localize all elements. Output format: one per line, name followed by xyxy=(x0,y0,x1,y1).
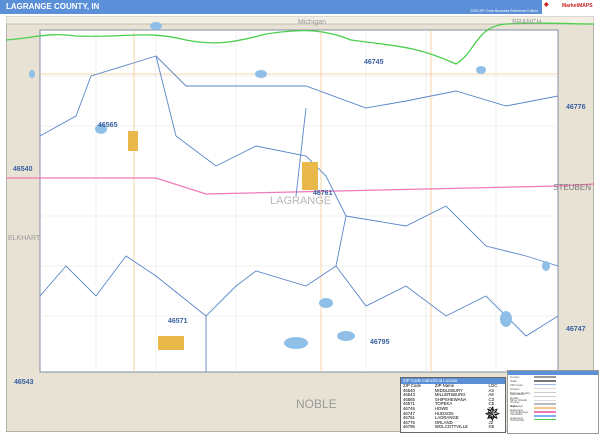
header-bar: LAGRANGE COUNTY, IN 2020 ZIP Code Busine… xyxy=(0,0,600,14)
zip-label: 46776 xyxy=(566,104,586,111)
legend-swatch xyxy=(534,415,556,417)
legend-swatch xyxy=(534,387,556,390)
map-legend: County State ZIP Code Streets Primary Roads S… xyxy=(507,370,599,434)
legend-swatch xyxy=(534,411,556,413)
legend-swatch xyxy=(534,399,556,401)
region-label: NOBLE xyxy=(296,397,337,411)
region-label: Michigan xyxy=(298,19,326,26)
legend-item: Toll Roads xyxy=(508,418,598,422)
zip-label: 46565 xyxy=(98,122,118,129)
legend-swatch xyxy=(534,384,556,386)
zip-label: 46795 xyxy=(370,339,390,346)
index-cell: G5 xyxy=(488,424,495,430)
region-label: STEUBEN xyxy=(553,183,591,192)
legend-swatch xyxy=(534,419,556,421)
zip-label: 46747 xyxy=(566,326,586,333)
zip-label: 46543 xyxy=(14,379,34,386)
legend-swatch xyxy=(534,376,556,378)
index-cell: WOLCOTTVILLE xyxy=(434,424,469,430)
publisher-logo: ◆ MarketMAPS xyxy=(542,0,600,14)
compass-rose-icon: ✵ xyxy=(484,404,501,426)
logo-text: MarketMAPS xyxy=(562,3,593,9)
legend-swatch xyxy=(534,380,556,382)
legend-swatch xyxy=(534,395,556,398)
zip-label: 46540 xyxy=(13,166,33,173)
legend-label: Toll Roads xyxy=(510,417,525,422)
zip-label: 46761 xyxy=(313,190,333,197)
index-cell: 46795 xyxy=(403,424,415,430)
map-title: LAGRANGE COUNTY, IN xyxy=(6,2,100,11)
region-label: BRANCH xyxy=(512,19,542,26)
logo-icon: ◆ xyxy=(544,2,549,8)
legend-swatch xyxy=(534,407,556,409)
legend-swatch xyxy=(534,403,556,405)
county-map[interactable]: Michigan BRANCH STEUBEN ELKHART NOBLE LA… xyxy=(6,16,594,432)
zip-label: 46745 xyxy=(364,59,384,66)
legend-swatch xyxy=(534,391,556,394)
zip-label: 46571 xyxy=(168,318,188,325)
index-row: 46795 WOLCOTTVILLE G5 xyxy=(401,425,505,430)
map-subtitle: 2020 ZIP Code Business Reference Edition xyxy=(470,9,538,13)
region-label: ELKHART xyxy=(8,235,41,242)
